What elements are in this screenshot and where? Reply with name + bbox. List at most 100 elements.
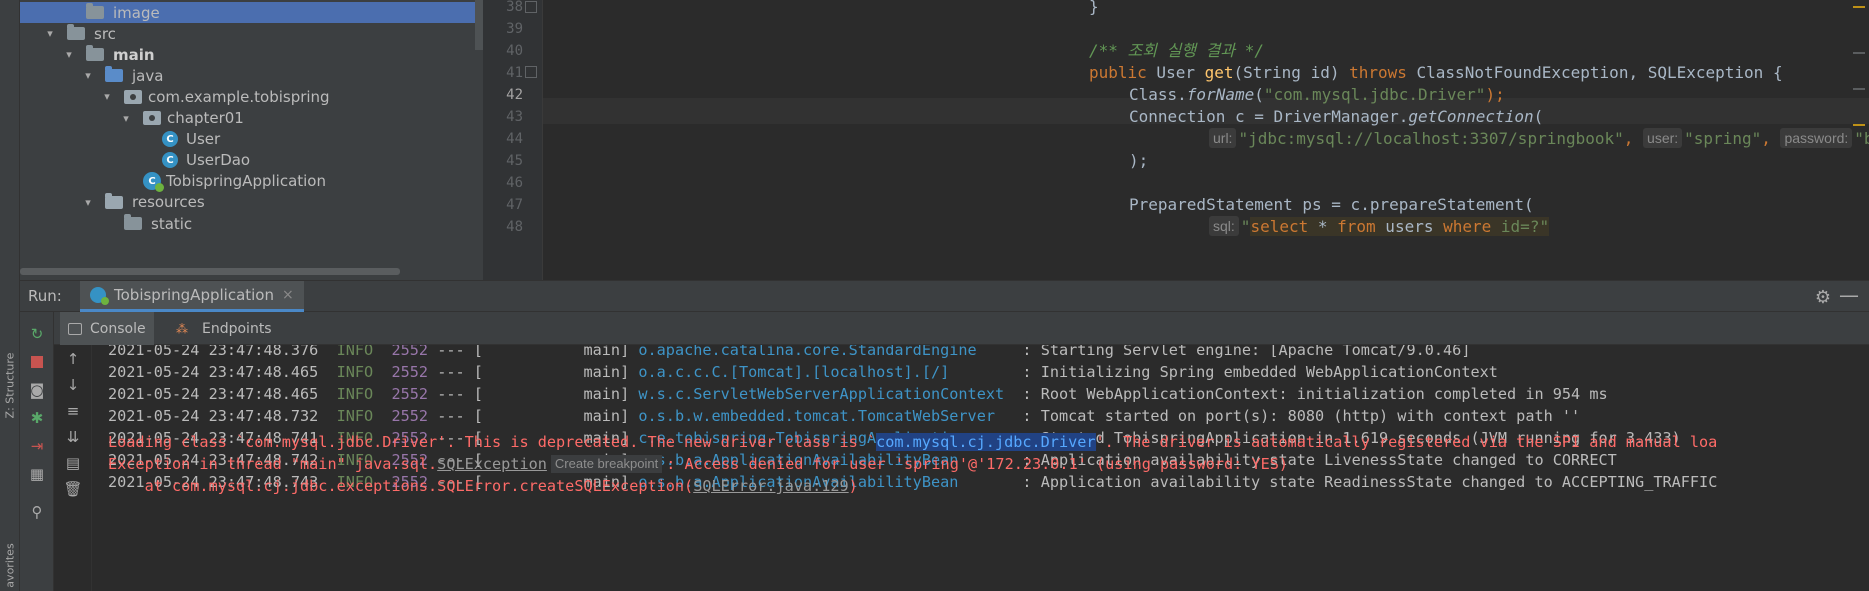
tree-item[interactable]: ▾ chapter01: [20, 108, 483, 129]
pin-icon[interactable]: ⚲: [27, 502, 47, 522]
folder-icon: [86, 3, 104, 20]
selected-text[interactable]: com.mysql.cj.jdbc.Driver: [876, 433, 1096, 451]
structure-tab-label: Z: Structure: [3, 352, 17, 418]
package-icon: [143, 111, 161, 126]
log-line: 2021-05-24 23:47:48.732 INFO 2552 --- [ …: [108, 405, 1580, 427]
code-line-45: );: [1129, 148, 1148, 174]
log-logger: o.s.b.w.embedded.tomcat.TomcatWebServer: [638, 407, 1005, 425]
log-pid: 2552: [391, 345, 429, 359]
tree-item[interactable]: image: [20, 2, 483, 24]
chevron-down-icon[interactable]: ▾: [62, 48, 76, 61]
arrow-up-icon[interactable]: ↑: [63, 349, 83, 369]
log-timestamp: 2021-05-24 23:47:48.376: [108, 345, 319, 359]
fold-icon[interactable]: [525, 1, 537, 13]
tree-item-label: static: [151, 214, 193, 233]
tab-console[interactable]: Console: [60, 312, 154, 345]
run-config-tab[interactable]: TobispringApplication ×: [80, 281, 304, 312]
print-icon[interactable]: ▤: [63, 453, 83, 473]
chevron-down-icon[interactable]: ▾: [119, 112, 133, 125]
source-link[interactable]: SQLError.java:129: [693, 477, 848, 495]
package-icon: [124, 89, 142, 104]
fold-icon[interactable]: [525, 66, 537, 78]
console-text: '. The driver is automatically registere…: [1095, 433, 1718, 451]
tree-item[interactable]: ▾ main: [20, 44, 483, 65]
log-thread: --- [ main]: [428, 363, 639, 381]
favorites-tab-label: avorites: [3, 542, 17, 588]
tree-item[interactable]: ▾ java: [20, 65, 483, 86]
trash-icon[interactable]: 🗑: [63, 479, 83, 499]
param-hint: user:: [1643, 128, 1683, 148]
chevron-down-icon[interactable]: ▾: [43, 27, 57, 40]
sql-keyword: where: [1443, 217, 1492, 236]
tree-vertical-scrollbar[interactable]: [475, 0, 483, 50]
code-token: (: [1533, 107, 1544, 126]
arrow-down-icon[interactable]: ↓: [63, 375, 83, 395]
code-comment: /** 조회 실행 결과 */: [1089, 41, 1265, 60]
minimize-icon[interactable]: —: [1839, 283, 1859, 307]
code-token: PreparedStatement ps = c.prepareStatemen…: [1129, 195, 1534, 214]
stop-icon[interactable]: [27, 352, 47, 372]
create-breakpoint-hint[interactable]: Create breakpoint: [550, 455, 663, 473]
code-token: }: [1089, 0, 1099, 16]
console-icon: [68, 322, 82, 335]
code-token: User: [1146, 63, 1205, 82]
soft-wrap-icon[interactable]: ≡: [63, 401, 83, 421]
tab-endpoints-label: Endpoints: [202, 320, 272, 337]
tree-item[interactable]: ▾ com.example.tobispring: [20, 86, 483, 107]
exit-icon[interactable]: ⇥: [27, 436, 47, 456]
sql-keyword: select: [1250, 217, 1309, 236]
tab-endpoints[interactable]: ⁂ Endpoints: [168, 312, 280, 345]
log-line: 2021-05-24 23:47:48.465 INFO 2552 --- [ …: [108, 383, 1608, 405]
code-token: ,: [1623, 129, 1644, 148]
code-line-44: url: "jdbc:mysql://localhost:3307/springb…: [1209, 126, 1869, 152]
tree-item[interactable]: C UserDao: [20, 150, 483, 171]
tree-item[interactable]: static: [20, 213, 483, 234]
camera-icon[interactable]: ◙: [27, 380, 47, 400]
log-pid: 2552: [391, 407, 429, 425]
tree-item[interactable]: C TobispringApplication: [20, 171, 483, 193]
log-line: 2021-05-24 23:47:48.465 INFO 2552 --- [ …: [108, 361, 1498, 383]
console-output[interactable]: 2021-05-24 23:47:48.376 INFO 2552 --- [ …: [92, 345, 1869, 591]
code-editor[interactable]: 38 39 40 41 42 43 44 45 46 47 48 } /** 조회 실행 결과 */…: [483, 0, 1869, 280]
console-side-toolbar: ↑ ↓ ≡ ⇊ ▤ 🗑: [54, 345, 92, 591]
exception-link[interactable]: SQLException: [437, 455, 547, 473]
exception-line: Exception in thread "main" java.sql.SQLE…: [108, 453, 1288, 475]
debug-icon[interactable]: ✱: [27, 408, 47, 428]
tree-item-label: image: [113, 3, 160, 22]
tree-item[interactable]: ▾ resources: [20, 192, 483, 213]
tree-item[interactable]: ▾ src: [20, 23, 483, 44]
endpoints-icon: ⁂: [176, 321, 188, 336]
gear-icon[interactable]: ⚙: [1815, 287, 1831, 308]
run-tab-label: TobispringApplication: [114, 286, 274, 304]
code-string: id=?": [1491, 217, 1550, 236]
warning-marker[interactable]: [1853, 124, 1865, 126]
tree-item-label: User: [186, 130, 221, 149]
line-number[interactable]: 48: [483, 214, 523, 240]
folder-icon: [124, 214, 142, 231]
layout-icon[interactable]: ▦: [27, 464, 47, 484]
chevron-down-icon[interactable]: ▾: [100, 90, 114, 103]
param-hint: password:: [1780, 128, 1853, 148]
scroll-to-end-icon[interactable]: ⇊: [63, 427, 83, 447]
code-line-48: sql: "select * from users where id=?": [1209, 214, 1550, 240]
structure-tool-tab[interactable]: Z: Structure: [0, 345, 20, 425]
tree-item-label: UserDao: [186, 151, 251, 170]
favorites-tool-tab[interactable]: avorites: [0, 540, 20, 590]
log-message: : Initializing Spring embedded WebApplic…: [1022, 363, 1498, 381]
close-icon[interactable]: ×: [282, 287, 294, 303]
tree-item[interactable]: C User: [20, 129, 483, 150]
marker[interactable]: [1853, 52, 1865, 54]
console-text: ): [848, 477, 858, 495]
folder-icon: [67, 24, 85, 41]
marker[interactable]: [1853, 88, 1865, 90]
tree-horizontal-scrollbar[interactable]: [20, 268, 400, 275]
code-string: "com.mysql.jdbc.Driver": [1263, 85, 1486, 104]
chevron-down-icon[interactable]: ▾: [81, 196, 95, 209]
log-logger: w.s.c.ServletWebServerApplicationContext: [638, 385, 1005, 403]
rerun-icon[interactable]: ↻: [27, 324, 47, 344]
warning-marker[interactable]: [1853, 6, 1865, 8]
log-message: : Root WebApplicationContext: initializa…: [1022, 385, 1608, 403]
sql-keyword: from: [1337, 217, 1376, 236]
chevron-down-icon[interactable]: ▾: [81, 69, 95, 82]
editor-error-stripe[interactable]: [1853, 0, 1865, 280]
